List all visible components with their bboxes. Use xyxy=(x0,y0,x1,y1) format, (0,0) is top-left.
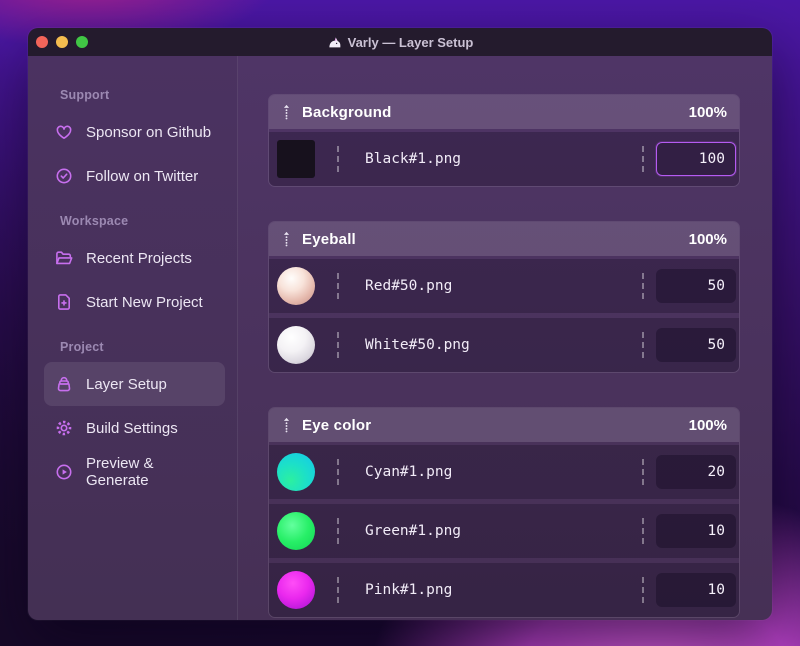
window-title: Varly — Layer Setup xyxy=(28,35,772,50)
play-circle-icon xyxy=(54,462,74,482)
rarity-value-input[interactable] xyxy=(656,573,736,607)
sidebar-item-recent-projects[interactable]: Recent Projects xyxy=(44,236,225,280)
sidebar-item-layer-setup[interactable]: Layer Setup xyxy=(44,362,225,406)
layer-group-name: Eye color xyxy=(302,416,372,434)
rarity-value-input[interactable] xyxy=(656,269,736,303)
sidebar-item-preview-generate[interactable]: Preview & Generate xyxy=(44,450,225,494)
dashed-divider-icon xyxy=(337,146,339,172)
layer-filename: Black#1.png xyxy=(365,151,462,167)
drag-handle-icon[interactable] xyxy=(281,231,292,247)
layer-group-weight: 100% xyxy=(688,230,727,248)
pink-circle-thumbnail xyxy=(277,571,315,609)
titlebar[interactable]: Varly — Layer Setup xyxy=(28,28,772,56)
rarity-value-input[interactable] xyxy=(656,142,736,176)
sidebar-section-project: Project Layer Setup Build Settings Preview … xyxy=(28,340,237,494)
sidebar-section-workspace: Workspace Recent Projects Start New Projec… xyxy=(28,214,237,324)
layer-row-pink-1-png: Pink#1.png xyxy=(269,563,739,617)
layer-row-white-50-png: White#50.png xyxy=(269,318,739,372)
sidebar-item-label: Layer Setup xyxy=(86,375,167,393)
layer-row-red-50-png: Red#50.png xyxy=(269,259,739,313)
dashed-divider-icon xyxy=(642,518,644,544)
layer-group-name: Background xyxy=(302,103,392,121)
layer-group-weight: 100% xyxy=(688,103,727,121)
minimize-button[interactable] xyxy=(56,36,68,48)
layer-group-header: Eye color 100% xyxy=(269,408,739,442)
sidebar-item-label: Preview & Generate xyxy=(86,455,154,489)
drag-handle-icon[interactable] xyxy=(281,417,292,433)
layer-row-cyan-1-png: Cyan#1.png xyxy=(269,445,739,499)
sidebar-item-label: Recent Projects xyxy=(86,249,192,267)
layer-rows: Black#1.png xyxy=(269,129,739,186)
sidebar-section-label: Workspace xyxy=(60,214,129,228)
layer-group-eye-color: Eye color 100% Cyan#1.png Green#1.png Pink#1… xyxy=(268,407,740,618)
dashed-divider-icon xyxy=(642,146,644,172)
dashed-divider-icon xyxy=(337,577,339,603)
sidebar-section-label: Support xyxy=(60,88,110,102)
layer-filename: Red#50.png xyxy=(365,278,453,294)
unicorn-icon xyxy=(327,35,342,50)
sidebar-item-label: Sponsor on Github xyxy=(86,123,212,141)
layer-filename: Pink#1.png xyxy=(365,582,453,598)
close-button[interactable] xyxy=(36,36,48,48)
dashed-divider-icon xyxy=(642,577,644,603)
dashed-divider-icon xyxy=(337,273,339,299)
badge-check-icon xyxy=(54,166,74,186)
layer-group-background: Background 100% Black#1.png xyxy=(268,94,740,187)
sidebar-item-label: Follow on Twitter xyxy=(86,167,199,185)
gear-icon xyxy=(54,418,74,438)
sidebar-item-sponsor-on-github[interactable]: Sponsor on Github xyxy=(44,110,225,154)
app-window: Varly — Layer Setup Support Sponsor on Gi… xyxy=(28,28,772,620)
layer-row-black-1-png: Black#1.png xyxy=(269,132,739,186)
dashed-divider-icon xyxy=(642,459,644,485)
layer-group-header: Eyeball 100% xyxy=(269,222,739,256)
drag-handle-icon[interactable] xyxy=(281,104,292,120)
sidebar-item-label: Start New Project xyxy=(86,293,203,311)
rarity-value-input[interactable] xyxy=(656,328,736,362)
zoom-button[interactable] xyxy=(76,36,88,48)
sidebar-section-label: Project xyxy=(60,340,104,354)
window-body: Support Sponsor on Github Follow on Twitte… xyxy=(28,56,772,620)
traffic-lights xyxy=(36,28,88,56)
layer-filename: Cyan#1.png xyxy=(365,464,453,480)
layer-filename: White#50.png xyxy=(365,337,470,353)
sidebar-item-label: Build Settings xyxy=(86,419,178,437)
folder-open-icon xyxy=(54,248,74,268)
layer-group-eyeball: Eyeball 100% Red#50.png White#50.png xyxy=(268,221,740,373)
layer-rows: Cyan#1.png Green#1.png Pink#1.png xyxy=(269,442,739,617)
dashed-divider-icon xyxy=(642,273,644,299)
sidebar-section-support: Support Sponsor on Github Follow on Twitte… xyxy=(28,88,237,198)
sidebar-item-follow-on-twitter[interactable]: Follow on Twitter xyxy=(44,154,225,198)
sidebar-item-start-new-project[interactable]: Start New Project xyxy=(44,280,225,324)
black-square-thumbnail xyxy=(277,140,315,178)
rarity-value-input[interactable] xyxy=(656,514,736,548)
layer-group-weight: 100% xyxy=(688,416,727,434)
dashed-divider-icon xyxy=(337,459,339,485)
layer-rows: Red#50.png White#50.png xyxy=(269,256,739,372)
window-title-text: Varly — Layer Setup xyxy=(347,34,474,50)
green-circle-thumbnail xyxy=(277,512,315,550)
dashed-divider-icon xyxy=(642,332,644,358)
dashed-divider-icon xyxy=(337,518,339,544)
rarity-value-input[interactable] xyxy=(656,455,736,489)
dashed-divider-icon xyxy=(337,332,339,358)
layer-filename: Green#1.png xyxy=(365,523,462,539)
layer-group-name: Eyeball xyxy=(302,230,356,248)
white-sphere-thumbnail xyxy=(277,326,315,364)
cyan-circle-thumbnail xyxy=(277,453,315,491)
heart-icon xyxy=(54,122,74,142)
file-plus-icon xyxy=(54,292,74,312)
sidebar: Support Sponsor on Github Follow on Twitte… xyxy=(28,56,238,620)
layer-bag-icon xyxy=(54,374,74,394)
layer-list: Background 100% Black#1.png Eyeball 100% Red#… xyxy=(238,56,772,620)
layer-group-header: Background 100% xyxy=(269,95,739,129)
red-sphere-thumbnail xyxy=(277,267,315,305)
sidebar-item-build-settings[interactable]: Build Settings xyxy=(44,406,225,450)
layer-row-green-1-png: Green#1.png xyxy=(269,504,739,558)
